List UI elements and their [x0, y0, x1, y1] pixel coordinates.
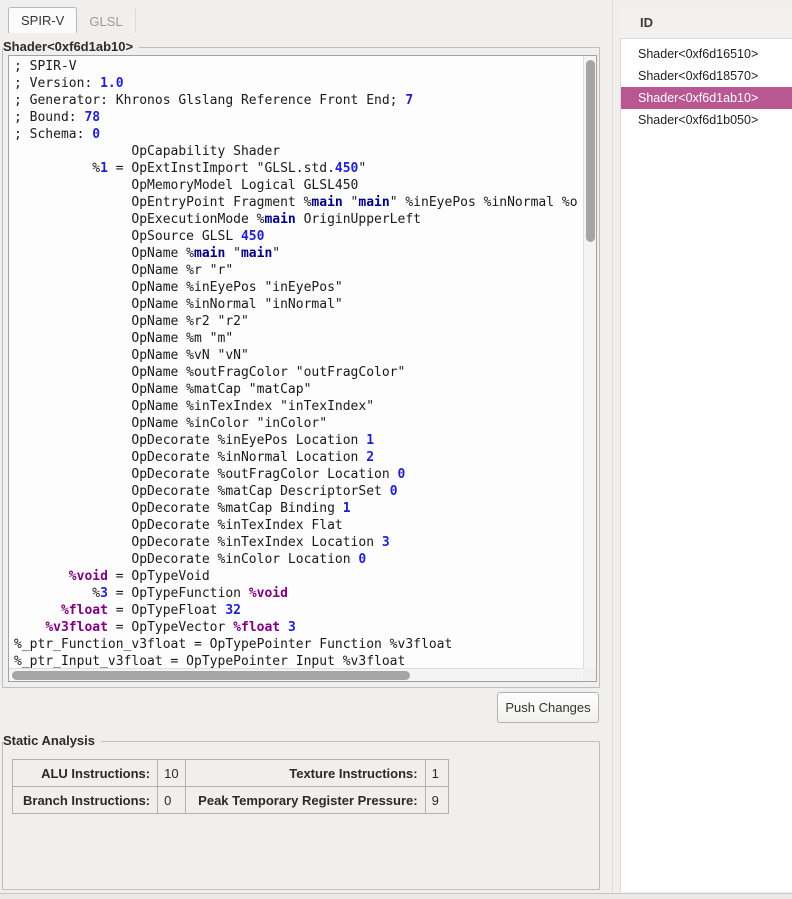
code-line: OpDecorate %matCap DescriptorSet 0 — [14, 483, 583, 500]
bottom-divider — [0, 893, 792, 899]
code-line: OpName %main "main" — [14, 245, 583, 262]
code-line: OpDecorate %outFragColor Location 0 — [14, 466, 583, 483]
stat-value: 10 — [158, 760, 185, 787]
id-column-header[interactable]: ID — [620, 6, 792, 39]
shader-id-item[interactable]: Shader<0xf6d1ab10> — [621, 87, 792, 109]
spirv-code-editor[interactable]: ; SPIR-V; Version: 1.0; Generator: Khron… — [8, 55, 597, 682]
code-line: %v3float = OpTypeVector %float 3 — [14, 619, 583, 636]
tab-glsl[interactable]: GLSL — [77, 9, 135, 33]
static-analysis-table: ALU Instructions:10Texture Instructions:… — [12, 759, 449, 814]
code-vertical-scrollbar[interactable] — [583, 56, 596, 668]
code-line: OpName %vN "vN" — [14, 347, 583, 364]
code-line: %1 = OpExtInstImport "GLSL.std.450" — [14, 160, 583, 177]
code-line: ; SPIR-V — [14, 58, 583, 75]
code-line: OpDecorate %matCap Binding 1 — [14, 500, 583, 517]
static-analysis-row: ALU Instructions:10Texture Instructions:… — [13, 760, 449, 787]
code-line: OpDecorate %inNormal Location 2 — [14, 449, 583, 466]
code-line: %float = OpTypeFloat 32 — [14, 602, 583, 619]
shader-id-item[interactable]: Shader<0xf6d1b050> — [621, 109, 792, 131]
code-line: OpCapability Shader — [14, 143, 583, 160]
code-line: OpDecorate %inTexIndex Flat — [14, 517, 583, 534]
code-line: OpDecorate %inEyePos Location 1 — [14, 432, 583, 449]
code-horizontal-scrollbar[interactable] — [9, 668, 583, 681]
static-analysis-table-body: ALU Instructions:10Texture Instructions:… — [13, 760, 449, 814]
code-line: OpDecorate %inColor Location 0 — [14, 551, 583, 568]
code-line: OpName %m "m" — [14, 330, 583, 347]
code-line: OpEntryPoint Fragment %main "main" %inEy… — [14, 194, 583, 211]
code-line: ; Bound: 78 — [14, 109, 583, 126]
code-line: %_ptr_Function_v3float = OpTypePointer F… — [14, 636, 583, 653]
code-line: OpSource GLSL 450 — [14, 228, 583, 245]
code-line: %3 = OpTypeFunction %void — [14, 585, 583, 602]
stat-value: 9 — [425, 787, 448, 814]
code-line: ; Generator: Khronos Glslang Reference F… — [14, 92, 583, 109]
push-changes-button[interactable]: Push Changes — [497, 692, 599, 723]
code-line: OpName %inColor "inColor" — [14, 415, 583, 432]
horizontal-scrollbar-thumb[interactable] — [12, 671, 410, 680]
shader-view-tabbar: SPIR-V GLSL — [8, 7, 136, 33]
vertical-scrollbar-thumb[interactable] — [586, 60, 595, 242]
shader-id-item[interactable]: Shader<0xf6d16510> — [621, 43, 792, 65]
static-analysis-row: Branch Instructions:0Peak Temporary Regi… — [13, 787, 449, 814]
tab-spirv[interactable]: SPIR-V — [8, 7, 77, 33]
code-line: OpName %outFragColor "outFragColor" — [14, 364, 583, 381]
code-line: OpName %matCap "matCap" — [14, 381, 583, 398]
stat-label: ALU Instructions: — [13, 760, 158, 787]
shader-id-item[interactable]: Shader<0xf6d18570> — [621, 65, 792, 87]
code-line: OpName %inNormal "inNormal" — [14, 296, 583, 313]
stat-label: Texture Instructions: — [185, 760, 425, 787]
code-line: ; Schema: 0 — [14, 126, 583, 143]
static-analysis-title: Static Analysis — [3, 733, 101, 748]
code-line: OpDecorate %inTexIndex Location 3 — [14, 534, 583, 551]
scrollbar-corner — [583, 668, 596, 681]
spirv-disassembly[interactable]: ; SPIR-V; Version: 1.0; Generator: Khron… — [9, 56, 583, 668]
stat-label: Branch Instructions: — [13, 787, 158, 814]
code-line: %void = OpTypeVoid — [14, 568, 583, 585]
code-line: OpName %inEyePos "inEyePos" — [14, 279, 583, 296]
stat-label: Peak Temporary Register Pressure: — [185, 787, 425, 814]
stat-value: 1 — [425, 760, 448, 787]
shader-groupbox-title: Shader<0xf6d1ab10> — [3, 39, 139, 54]
code-line: OpName %r "r" — [14, 262, 583, 279]
code-line: OpMemoryModel Logical GLSL450 — [14, 177, 583, 194]
pane-splitter[interactable] — [612, 0, 613, 893]
code-line: %_ptr_Input_v3float = OpTypePointer Inpu… — [14, 653, 583, 668]
code-line: ; Version: 1.0 — [14, 75, 583, 92]
shader-id-list[interactable]: Shader<0xf6d16510>Shader<0xf6d18570>Shad… — [620, 39, 792, 892]
stat-value: 0 — [158, 787, 185, 814]
code-line: OpExecutionMode %main OriginUpperLeft — [14, 211, 583, 228]
code-line: OpName %r2 "r2" — [14, 313, 583, 330]
code-line: OpName %inTexIndex "inTexIndex" — [14, 398, 583, 415]
